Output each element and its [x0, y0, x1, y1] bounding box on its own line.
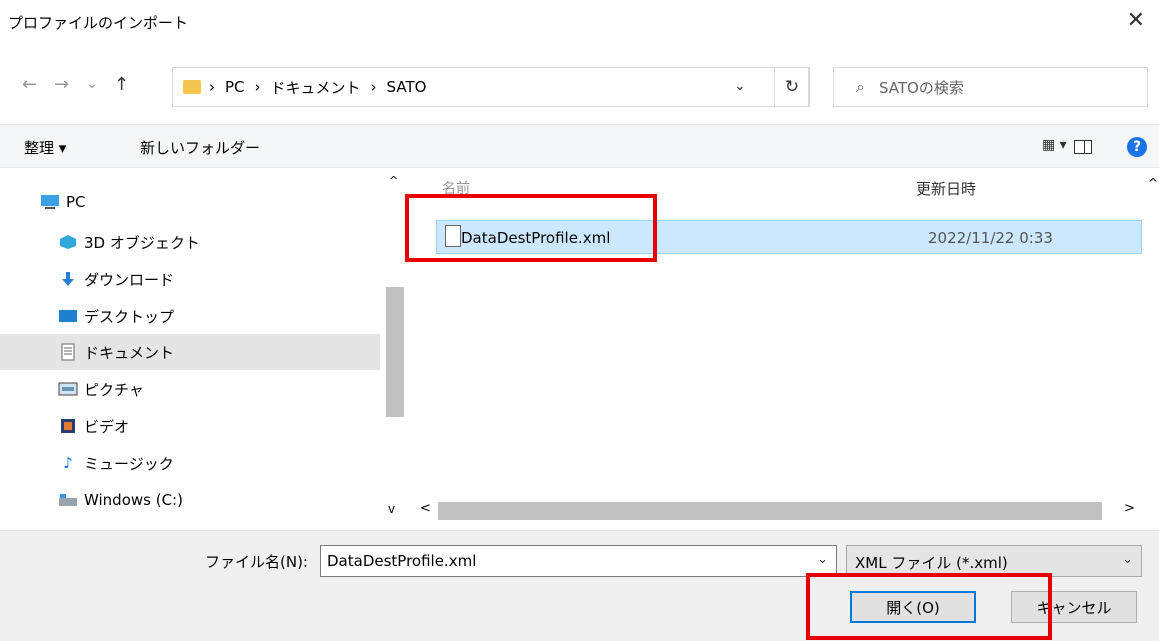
scroll-down-icon[interactable]: v: [388, 502, 395, 516]
search-icon: ⌕: [856, 77, 865, 96]
file-date-cell: 2022/11/22 0:33: [928, 229, 1053, 247]
scrollbar-thumb[interactable]: [438, 502, 1102, 520]
breadcrumb-separator: ›: [254, 78, 261, 96]
chevron-down-icon[interactable]: ⌄: [817, 552, 828, 567]
sidebar-item-pc[interactable]: PC: [0, 184, 380, 220]
column-header-modified[interactable]: 更新日時: [916, 178, 976, 199]
file-type-value: XML ファイル (*.xml): [855, 554, 1008, 572]
up-icon[interactable]: ↑: [114, 74, 129, 95]
sidebar-item-label: ビデオ: [84, 417, 130, 436]
refresh-icon[interactable]: ↻: [774, 67, 810, 107]
scroll-left-icon[interactable]: <: [420, 501, 431, 516]
window-title: プロファイルのインポート: [8, 14, 189, 32]
sidebar-item-downloads[interactable]: ダウンロード: [0, 261, 380, 297]
sidebar-item-videos[interactable]: ビデオ: [0, 408, 380, 444]
breadcrumb-pc[interactable]: PC: [225, 78, 245, 96]
chevron-down-icon[interactable]: ⌄: [734, 78, 746, 94]
sidebar-item-label: ドキュメント: [84, 343, 175, 362]
sidebar-item-label: Windows (C:): [84, 491, 183, 509]
download-icon: [58, 271, 78, 287]
highlight-box-open: [806, 573, 1052, 640]
video-icon: [58, 418, 78, 434]
sidebar-item-label: 3D オブジェクト: [84, 233, 200, 252]
sidebar-item-label: デスクトップ: [84, 307, 175, 326]
scroll-up-icon[interactable]: ^: [1148, 176, 1158, 190]
folder-icon: [183, 80, 201, 94]
sidebar-item-label: ダウンロード: [84, 270, 175, 289]
scroll-up-icon[interactable]: ^: [389, 174, 398, 187]
sidebar-item-pictures[interactable]: ピクチャ: [0, 371, 380, 407]
forward-icon[interactable]: →: [54, 74, 69, 95]
sidebar-item-music[interactable]: ♪ ミュージック: [0, 445, 380, 481]
sidebar-item-3d-objects[interactable]: 3D オブジェクト: [0, 224, 380, 260]
sidebar-item-windows-c[interactable]: Windows (C:): [0, 482, 380, 518]
breadcrumb-separator: ›: [370, 78, 377, 96]
close-icon[interactable]: ✕: [1127, 8, 1145, 33]
breadcrumb-separator: ›: [209, 78, 215, 96]
command-bar: 整理 ▾ 新しいフォルダー ▦ ▾ ?: [0, 124, 1159, 168]
preview-pane-icon[interactable]: [1074, 140, 1092, 154]
organize-button[interactable]: 整理 ▾: [24, 137, 66, 158]
file-name-value: DataDestProfile.xml: [327, 552, 477, 570]
sidebar-item-label: ミュージック: [84, 454, 174, 473]
help-icon[interactable]: ?: [1127, 137, 1147, 157]
file-name-label: ファイル名(N):: [205, 553, 308, 571]
document-icon: [58, 343, 78, 361]
new-folder-button[interactable]: 新しいフォルダー: [140, 137, 260, 158]
view-options-icon[interactable]: ▦ ▾: [1042, 137, 1067, 153]
breadcrumb-sato[interactable]: SATO: [387, 78, 427, 96]
cube-icon: [58, 234, 78, 250]
recent-locations-icon[interactable]: ⌄: [86, 76, 98, 92]
music-icon: ♪: [63, 454, 73, 472]
picture-icon: [58, 381, 78, 397]
search-input[interactable]: ⌕ SATOの検索: [833, 67, 1148, 107]
pc-icon: [40, 194, 60, 210]
highlight-box-file: [405, 194, 657, 262]
navigation-pane: PC 3D オブジェクト ダウンロード デスクトップ ドキュメント ピクチャ ビ…: [0, 170, 409, 526]
sidebar-item-documents[interactable]: ドキュメント: [0, 334, 380, 370]
chevron-down-icon[interactable]: ⌄: [1122, 552, 1133, 567]
sidebar-item-label: PC: [66, 193, 86, 211]
scrollbar-thumb[interactable]: [386, 287, 404, 417]
horizontal-scrollbar[interactable]: < >: [414, 500, 1144, 522]
breadcrumb-documents[interactable]: ドキュメント: [271, 77, 361, 98]
sidebar-item-desktop[interactable]: デスクトップ: [0, 298, 380, 334]
navigation-scrollbar[interactable]: ^ v: [384, 172, 406, 522]
file-name-field[interactable]: DataDestProfile.xml ⌄: [320, 545, 837, 577]
desktop-icon: [58, 308, 78, 324]
sidebar-item-label: ピクチャ: [84, 380, 144, 399]
search-placeholder: SATOの検索: [878, 78, 964, 97]
back-icon[interactable]: ←: [22, 74, 37, 95]
address-bar[interactable]: › PC › ドキュメント › SATO ⌄: [172, 67, 809, 107]
drive-icon: [58, 492, 78, 508]
scroll-right-icon[interactable]: >: [1124, 501, 1135, 516]
